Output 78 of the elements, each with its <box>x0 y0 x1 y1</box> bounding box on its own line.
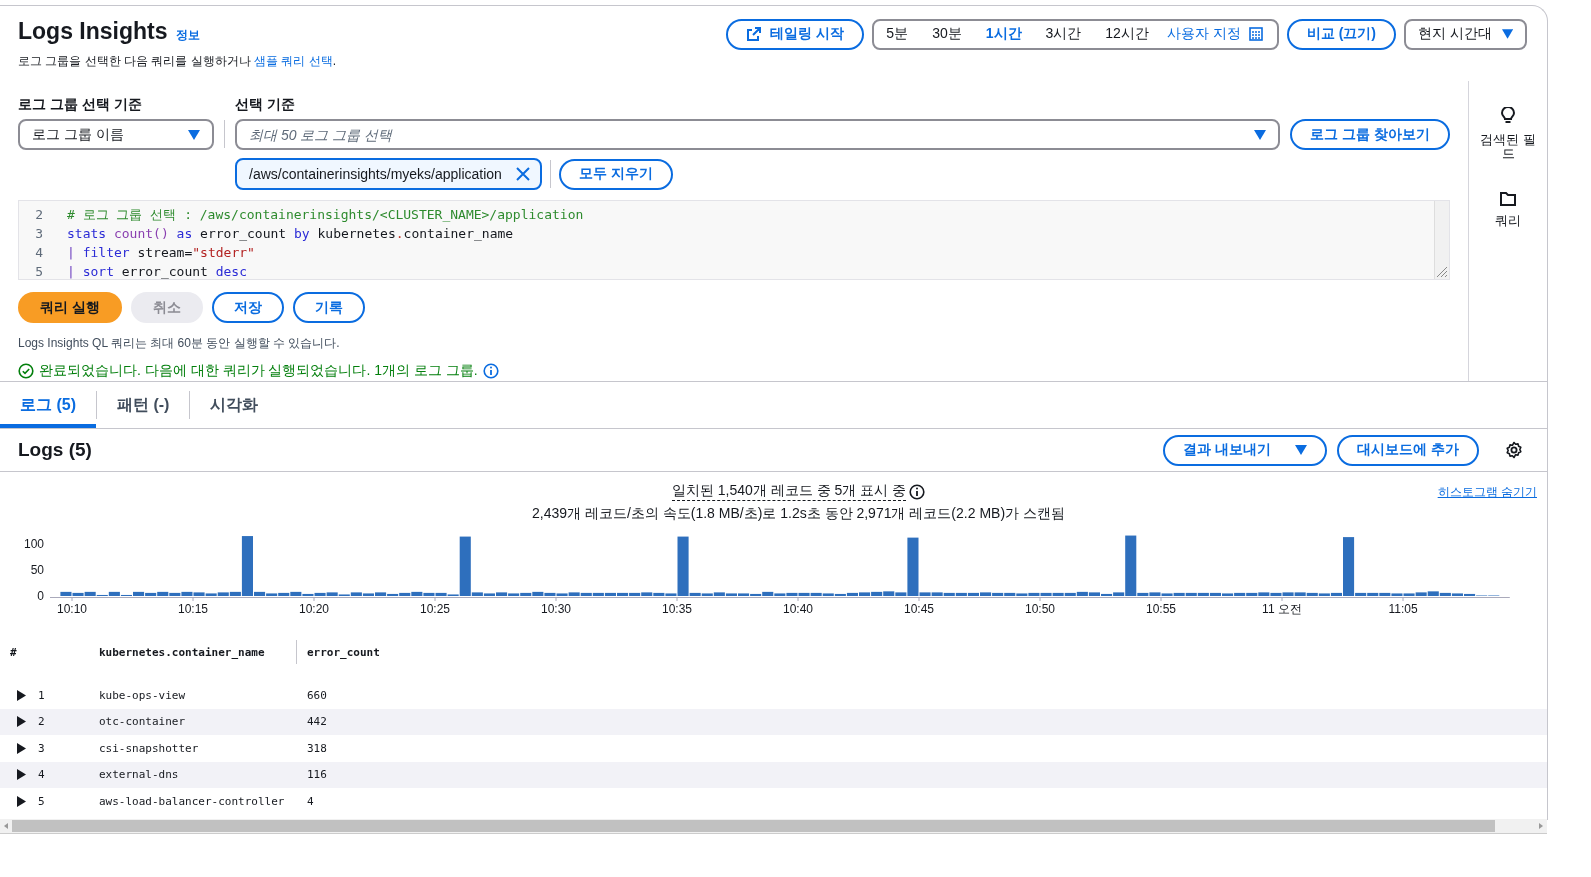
sample-query-link[interactable]: 샘플 쿼리 선택 <box>254 54 333 68</box>
result-tab[interactable]: 패턴 (-) <box>97 382 190 428</box>
result-tab[interactable]: 시각화 <box>190 382 279 428</box>
time-range-option[interactable]: 12시간 <box>1089 25 1157 43</box>
x-tick-label: 10:10 <box>57 602 87 616</box>
table-cell-text: external-dns <box>99 768 180 782</box>
column-header: # <box>9 645 18 659</box>
table-cell-text: kube-ops-view <box>99 688 187 702</box>
hide-histogram-link[interactable]: 히스토그램 숨기기 <box>1437 484 1537 501</box>
table-cell-text: csi-snapshotter <box>99 741 200 755</box>
code-line: # 로그 그룹 선택 : /aws/containerinsights/<CLUSTER_NAME>/application <box>67 205 584 224</box>
query-editor[interactable]: 2 # 로그 그룹 선택 : /aws/containerinsights/<CLUSTER_NAME>/application 3 stats count() as error_count by kubernetes.container_name 4 | filter stream="stderr" 5 | sort error_count desc <box>18 200 1450 280</box>
query-action-button[interactable]: 기록 <box>292 292 365 323</box>
x-tick-label: 10:45 <box>904 602 934 616</box>
clear-all-button[interactable]: 모두 지우기 <box>558 158 673 190</box>
field-label: 로그 그룹 선택 기준 <box>18 96 143 114</box>
y-tick-label: 100 <box>23 537 44 552</box>
line-number: 3 <box>34 226 43 241</box>
side-panel-item[interactable]: 검색된 필드 <box>1473 106 1543 162</box>
query-action-button[interactable]: 저장 <box>211 292 284 323</box>
info-link[interactable]: 정보 <box>175 27 200 44</box>
code-line: | sort error_count desc <box>67 264 248 279</box>
status-message: 완료되었습니다. 다음에 대한 쿼리가 실행되었습니다. 1개의 로그 그룹. <box>39 362 478 380</box>
time-range-option[interactable]: 3시간 <box>1029 25 1090 43</box>
column-header: kubernetes.container_name <box>99 645 266 659</box>
scan-info: 2,439개 레코드/초의 속도(1.8 MB/초)로 1.2s초 동안 2,971개 레코드(2.2 MB)가 스캔됨 <box>532 505 1065 523</box>
x-tick-label: 10:30 <box>541 602 571 616</box>
timezone-select[interactable]: 현지 시간대 <box>1404 18 1527 50</box>
table-cell-text: 660 <box>306 688 327 702</box>
line-number: 5 <box>34 264 43 279</box>
table-cell-text: 116 <box>306 768 327 782</box>
x-tick-label: 11:05 <box>1388 602 1418 616</box>
y-tick-label: 0 <box>37 589 44 603</box>
tail-button[interactable]: 테일링 시작 <box>726 18 865 50</box>
x-tick-label: 11 오전 <box>1262 602 1302 616</box>
x-tick-label: 10:35 <box>662 602 692 616</box>
time-range-option[interactable]: 30분 <box>916 25 970 43</box>
selection-mode-select[interactable]: 로그 그룹 이름 <box>18 119 214 150</box>
x-tick-label: 10:25 <box>420 602 450 616</box>
table-cell-text: 442 <box>306 715 327 729</box>
query-action-button[interactable]: 쿼리 실행 <box>18 292 122 323</box>
token-label: /aws/containerinsights/myeks/application <box>249 166 502 182</box>
add-to-dashboard-button[interactable]: 대시보드에 추가 <box>1337 434 1479 466</box>
code-line: stats count() as error_count by kubernetes.container_name <box>67 226 514 241</box>
side-panel-item[interactable]: 쿼리 <box>1473 191 1543 229</box>
records-summary: 일치된 1,540개 레코드 중 5개 표시 중 <box>671 482 907 501</box>
custom-range-button[interactable]: 사용자 지정 <box>1156 25 1271 43</box>
page-title: Logs Insights <box>18 18 168 45</box>
table-cell-text: 318 <box>306 741 327 755</box>
code-line: | filter stream="stderr" <box>67 245 255 260</box>
field-label: 선택 기준 <box>235 96 296 114</box>
section-title: Logs (5) <box>18 439 92 461</box>
line-number: 4 <box>34 245 43 260</box>
table-cell-text: 4 <box>306 794 314 808</box>
x-tick-label: 10:40 <box>783 602 813 616</box>
column-header: error_count <box>307 645 380 659</box>
row-number: 5 <box>38 794 45 808</box>
x-tick-label: 10:55 <box>1146 602 1176 616</box>
x-tick-label: 10:15 <box>178 602 208 616</box>
time-range-option[interactable]: 1시간 <box>969 25 1030 43</box>
row-number: 2 <box>38 715 45 729</box>
x-tick-label: 10:50 <box>1025 602 1055 616</box>
log-group-select[interactable]: 최대 50 로그 그룹 선택 <box>235 119 1281 150</box>
compare-button[interactable]: 비교 (끄기) <box>1286 18 1396 50</box>
x-tick-label: 10:20 <box>299 602 329 616</box>
export-results-button[interactable]: 결과 내보내기 <box>1163 434 1328 466</box>
row-number: 3 <box>38 741 45 755</box>
browse-log-groups-button[interactable]: 로그 그룹 찾아보기 <box>1290 119 1450 150</box>
page-description: 로그 그룹을 선택한 다음 쿼리를 실행하거나 샘플 쿼리 선택. <box>18 53 337 70</box>
result-tab[interactable]: 로그 (5) <box>0 382 96 428</box>
row-number: 1 <box>38 688 45 702</box>
row-number: 4 <box>38 768 45 782</box>
query-limit-note: Logs Insights QL 쿼리는 최대 60분 동안 실행할 수 있습니다. <box>18 335 341 352</box>
time-range-option[interactable]: 5분 <box>880 25 917 43</box>
table-cell-text: aws-load-balancer-controller <box>99 794 286 808</box>
line-number: 2 <box>34 207 43 222</box>
table-cell-text: otc-container <box>99 715 187 729</box>
y-tick-label: 50 <box>30 563 44 578</box>
